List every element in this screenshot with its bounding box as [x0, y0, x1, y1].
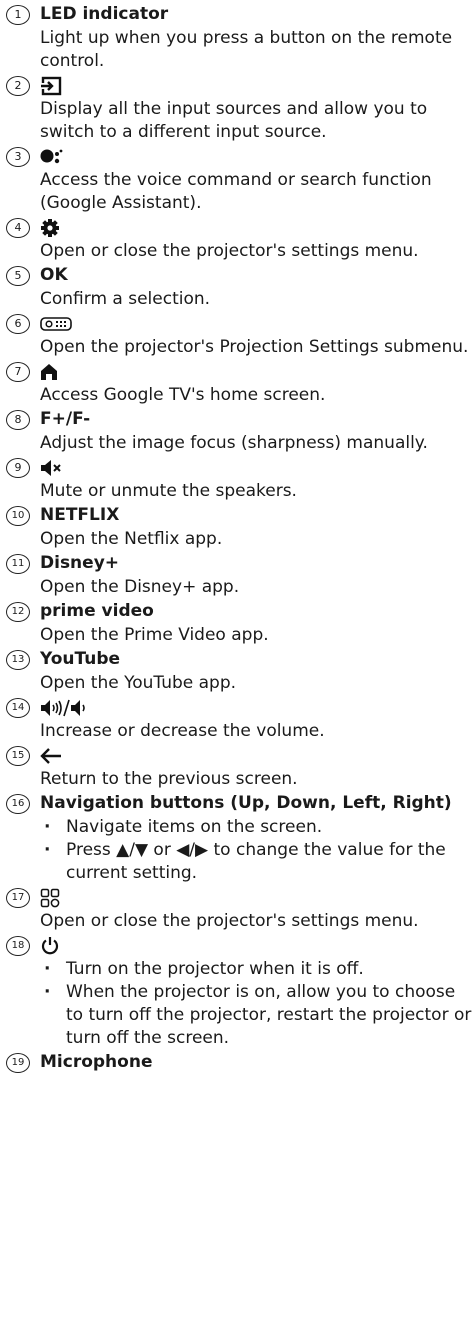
legend-item-12: 12 prime video Open the Prime Video app.	[0, 599, 473, 647]
legend-item-18: 18 Turn on the projector when it is off.…	[0, 933, 473, 1050]
legend-item-2: 2 Display all the input sources and allo…	[0, 73, 473, 144]
apps-grid-icon	[40, 888, 60, 908]
legend-item-11: 11 Disney+ Open the Disney+ app.	[0, 551, 473, 599]
item-description: Increase or decrease the volume.	[40, 721, 325, 741]
bullet-item: When the projector is on, allow you to c…	[40, 981, 473, 1050]
item-number: 16	[6, 794, 30, 814]
legend-item-7: 7 Access Google TV's home screen.	[0, 359, 473, 407]
item-description: Access Google TV's home screen.	[40, 385, 326, 405]
legend-item-16: 16 Navigation buttons (Up, Down, Left, R…	[0, 791, 473, 885]
item-number: 18	[6, 936, 30, 956]
item-number: 13	[6, 650, 30, 670]
item-description: Open the Prime Video app.	[40, 625, 269, 645]
item-number: 6	[6, 314, 30, 334]
item-title: LED indicator	[40, 4, 169, 24]
mute-icon	[40, 459, 62, 477]
item-number: 19	[6, 1053, 30, 1073]
item-number: 1	[6, 5, 30, 25]
item-number: 7	[6, 362, 30, 382]
item-description: Access the voice command or search funct…	[40, 170, 432, 213]
legend-item-1: 1 LED indicator Light up when you press …	[0, 2, 473, 73]
item-number: 4	[6, 218, 30, 238]
item-description: Open the projector's Projection Settings…	[40, 337, 469, 357]
item-number: 12	[6, 602, 30, 622]
item-number: 10	[6, 506, 30, 526]
item-number: 9	[6, 458, 30, 478]
item-number: 17	[6, 888, 30, 908]
volume-up-down-icon	[40, 699, 88, 717]
bullet-list: Navigate items on the screen. Press ▲/▼ …	[40, 816, 473, 885]
item-title: OK	[40, 265, 68, 285]
item-description: Mute or unmute the speakers.	[40, 481, 297, 501]
legend-item-14: 14 Increase or decrease the volume.	[0, 695, 473, 743]
legend-item-19: 19 Microphone	[0, 1050, 473, 1075]
item-number: 3	[6, 147, 30, 167]
item-number: 5	[6, 266, 30, 286]
legend-item-5: 5 OK Confirm a selection.	[0, 263, 473, 311]
item-description: Open the YouTube app.	[40, 673, 237, 693]
item-description: Open the Netflix app.	[40, 529, 223, 549]
legend-item-9: 9 Mute or unmute the speakers.	[0, 455, 473, 503]
power-icon	[40, 936, 60, 956]
google-assistant-icon	[40, 147, 64, 167]
back-arrow-icon	[40, 747, 62, 765]
legend-item-8: 8 F+/F- Adjust the image focus (sharpnes…	[0, 407, 473, 455]
bullet-item: Press ▲/▼ or ◀/▶ to change the value for…	[40, 839, 473, 885]
input-source-icon	[40, 76, 62, 96]
item-title: Disney+	[40, 553, 120, 573]
legend-item-6: 6 Open the projector's Projection Settin…	[0, 311, 473, 359]
item-description: Open or close the projector's settings m…	[40, 241, 419, 261]
legend-item-10: 10 NETFLIX Open the Netflix app.	[0, 503, 473, 551]
item-title: F+/F-	[40, 409, 91, 429]
item-title: NETFLIX	[40, 505, 120, 525]
item-title: prime video	[40, 601, 154, 621]
item-description: Adjust the image focus (sharpness) manua…	[40, 433, 428, 453]
item-description: Display all the input sources and allow …	[40, 99, 428, 142]
gear-icon	[40, 218, 60, 238]
remote-control-legend: 1 LED indicator Light up when you press …	[0, 0, 473, 1075]
legend-item-17: 17 Open or close the projector's setting…	[0, 885, 473, 933]
item-number: 11	[6, 554, 30, 574]
item-number: 15	[6, 746, 30, 766]
legend-item-4: 4 Open or close the projector's settings…	[0, 215, 473, 263]
item-description: Return to the previous screen.	[40, 769, 298, 789]
item-description: Light up when you press a button on the …	[40, 28, 453, 71]
bullet-list: Turn on the projector when it is off. Wh…	[40, 958, 473, 1050]
home-icon	[40, 363, 58, 381]
projection-settings-icon	[40, 316, 72, 332]
item-description: Confirm a selection.	[40, 289, 211, 309]
item-number: 14	[6, 698, 30, 718]
item-number: 2	[6, 76, 30, 96]
item-title: Navigation buttons (Up, Down, Left, Righ…	[40, 793, 452, 813]
item-description: Open the Disney+ app.	[40, 577, 240, 597]
item-title: Microphone	[40, 1052, 153, 1072]
legend-item-15: 15 Return to the previous screen.	[0, 743, 473, 791]
bullet-item: Navigate items on the screen.	[40, 816, 473, 839]
legend-item-13: 13 YouTube Open the YouTube app.	[0, 647, 473, 695]
item-number: 8	[6, 410, 30, 430]
bullet-item: Turn on the projector when it is off.	[40, 958, 473, 981]
item-description: Open or close the projector's settings m…	[40, 911, 419, 931]
item-title: YouTube	[40, 649, 121, 669]
legend-item-3: 3 Access the voice command or search fun…	[0, 144, 473, 215]
